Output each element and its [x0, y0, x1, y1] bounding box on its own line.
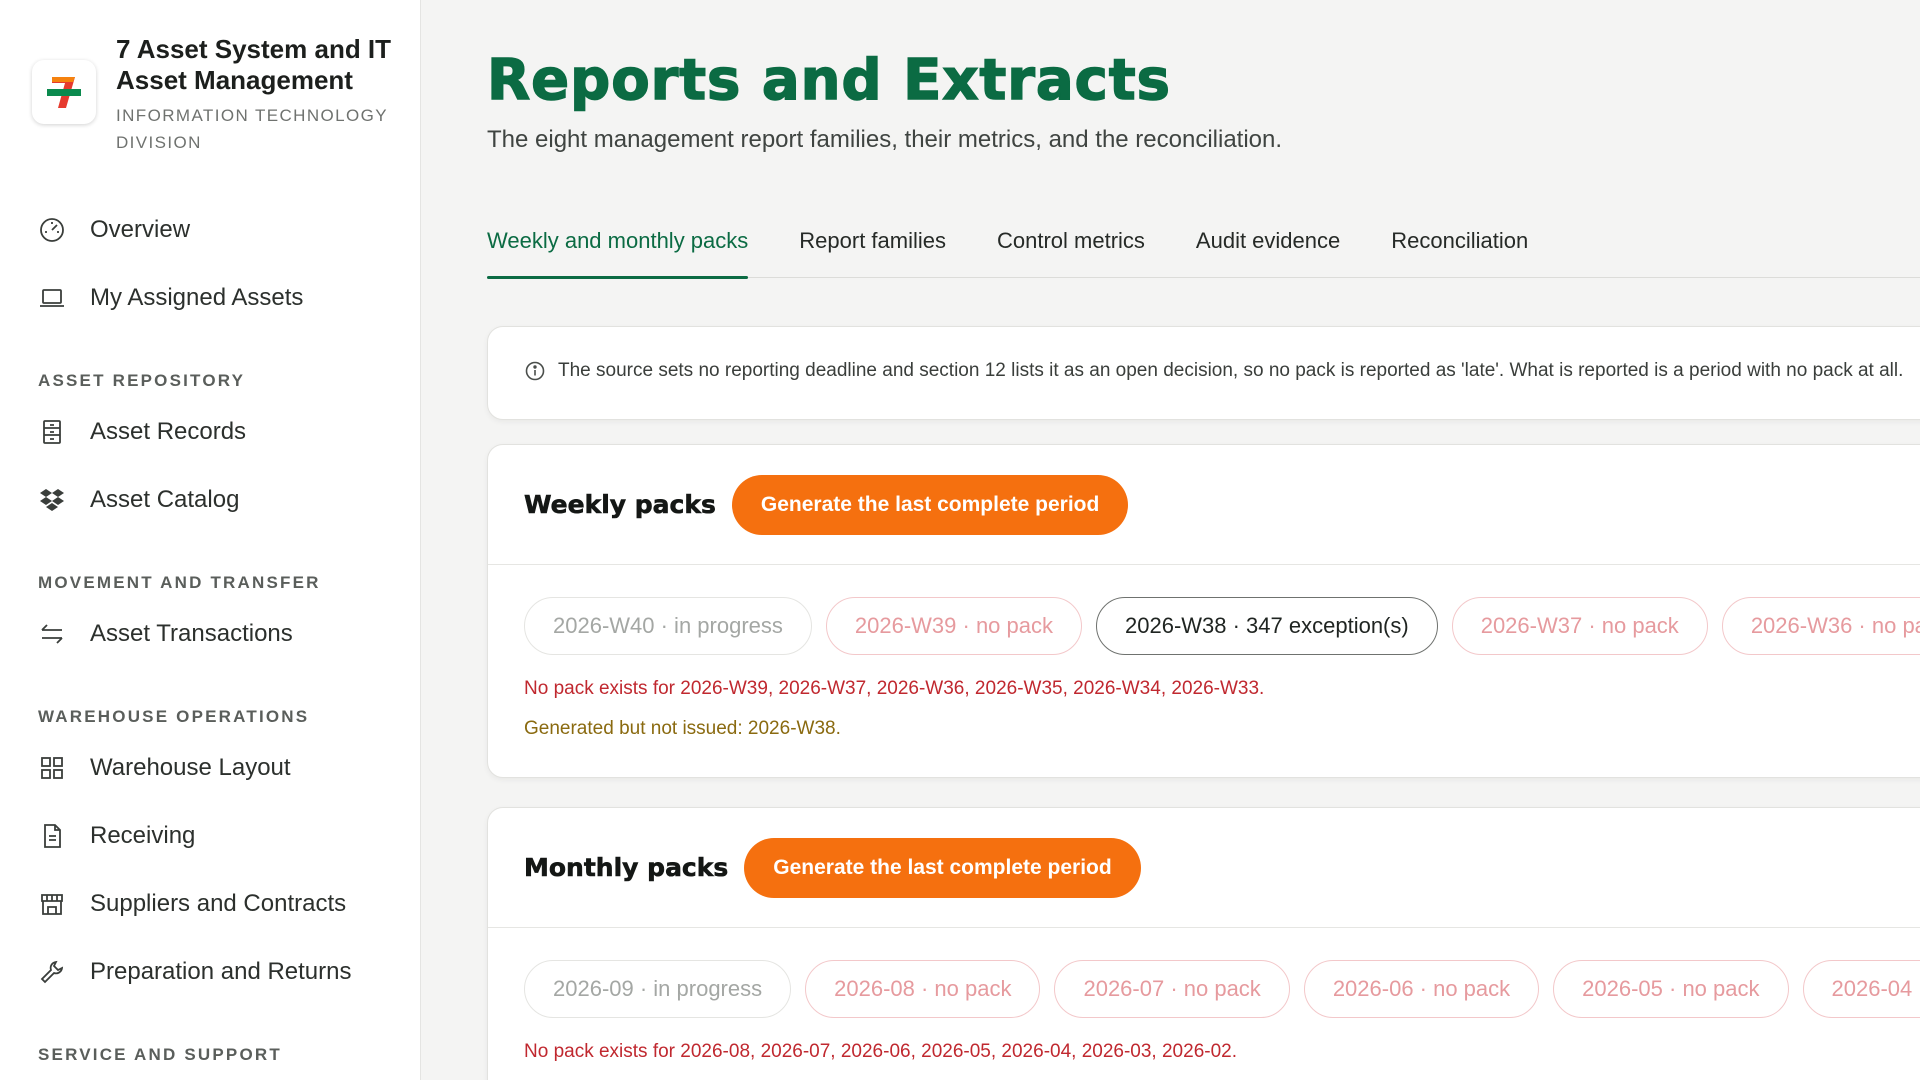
period-chip-2026-w39[interactable]: 2026-W39 · no pack	[825, 597, 1082, 655]
info-circle-icon	[525, 361, 545, 381]
tab-weekly-and-monthly-packs[interactable]: Weekly and monthly packs	[487, 222, 749, 279]
generate-monthly-button[interactable]: Generate the last complete period	[744, 837, 1141, 898]
sidebar-item-overview[interactable]: Overview	[0, 196, 420, 264]
seven-eleven-logo-icon	[45, 71, 83, 113]
tab-bar: Weekly and monthly packs Report families…	[487, 222, 1920, 279]
info-banner: The source sets no reporting deadline an…	[487, 326, 1920, 420]
weekly-packs-header: Weekly packs Generate the last complete …	[488, 445, 1920, 565]
period-chip-2026-06[interactable]: 2026-06 · no pack	[1303, 960, 1540, 1018]
dropbox-icon	[38, 486, 66, 514]
sidebar-item-asset-transactions[interactable]: Asset Transactions	[0, 600, 420, 668]
weekly-unissued-note: Generated but not issued: 2026-W38.	[524, 718, 841, 739]
monthly-period-chips: 2026-09 · in progress 2026-08 · no pack …	[524, 960, 1920, 1018]
tab-report-families[interactable]: Report families	[799, 222, 946, 278]
sidebar-item-label: My Assigned Assets	[90, 284, 304, 311]
sidebar-item-label: Receiving	[90, 822, 196, 849]
sidebar: 7 Asset System and IT Asset Management I…	[0, 0, 421, 1080]
period-chip-2026-04[interactable]: 2026-04 · no pack	[1802, 960, 1920, 1018]
monthly-packs-card: Monthly packs Generate the last complete…	[487, 807, 1920, 1080]
section-service-and-support: SERVICE AND SUPPORT	[38, 1045, 282, 1064]
app-title-line-1: 7 Asset System and IT	[116, 34, 392, 64]
weekly-period-chips: 2026-W40 · in progress 2026-W39 · no pac…	[524, 597, 1920, 655]
tab-audit-evidence[interactable]: Audit evidence	[1196, 222, 1340, 278]
sidebar-item-label: Preparation and Returns	[90, 958, 352, 985]
period-chip-2026-07[interactable]: 2026-07 · no pack	[1054, 960, 1290, 1018]
period-chip-2026-08[interactable]: 2026-08 · no pack	[805, 960, 1041, 1018]
brand-logo[interactable]	[32, 60, 96, 124]
section-asset-repository: ASSET REPOSITORY	[38, 371, 246, 390]
monthly-missing-note: No pack exists for 2026-08, 2026-07, 202…	[524, 1041, 1238, 1062]
generate-weekly-button[interactable]: Generate the last complete period	[731, 474, 1129, 535]
period-chip-2026-w40[interactable]: 2026-W40 · in progress	[524, 597, 812, 655]
document-icon	[38, 822, 66, 850]
tab-control-metrics[interactable]: Control metrics	[997, 222, 1145, 278]
gauge-icon	[38, 216, 66, 244]
weekly-packs-title: Weekly packs	[524, 490, 716, 520]
info-text: The source sets no reporting deadline an…	[558, 360, 1904, 381]
sidebar-item-asset-records[interactable]: Asset Records	[0, 398, 420, 466]
period-chip-2026-w38[interactable]: 2026-W38 · 347 exception(s)	[1096, 597, 1438, 655]
sidebar-item-label: Suppliers and Contracts	[90, 890, 347, 917]
file-cabinet-icon	[38, 418, 66, 446]
period-chip-2026-w37[interactable]: 2026-W37 · no pack	[1451, 597, 1708, 655]
sidebar-item-suppliers-and-contracts[interactable]: Suppliers and Contracts	[0, 870, 420, 938]
period-chip-2026-w36[interactable]: 2026-W36 · no pack	[1721, 597, 1920, 655]
brand-text: 7 Asset System and IT Asset Management I…	[116, 34, 406, 156]
tab-reconciliation[interactable]: Reconciliation	[1391, 222, 1528, 278]
wrench-icon	[38, 958, 66, 986]
arrows-left-right-icon	[38, 620, 66, 648]
page-subtitle: The eight management report families, th…	[487, 126, 1283, 153]
app-title: 7 Asset System and IT Asset Management	[116, 34, 406, 96]
app-subtitle-line-1: INFORMATION TECHNOLOGY	[116, 106, 388, 125]
sidebar-item-label: Asset Transactions	[90, 620, 293, 647]
sidebar-item-label: Overview	[90, 216, 191, 243]
period-chip-2026-09[interactable]: 2026-09 · in progress	[524, 960, 792, 1018]
sidebar-item-receiving[interactable]: Receiving	[0, 802, 420, 870]
main-content: Reports and Extracts The eight managemen…	[422, 0, 1920, 1080]
sidebar-item-label: Warehouse Layout	[90, 754, 291, 781]
section-movement-and-transfer: MOVEMENT AND TRANSFER	[38, 573, 321, 592]
sidebar-item-asset-catalog[interactable]: Asset Catalog	[0, 466, 420, 534]
laptop-icon	[38, 284, 66, 312]
app-subtitle-line-2: DIVISION	[116, 133, 202, 152]
sidebar-item-label: Asset Catalog	[90, 486, 240, 513]
brand: 7 Asset System and IT Asset Management I…	[32, 34, 406, 156]
app-subtitle: INFORMATION TECHNOLOGY DIVISION	[116, 102, 406, 156]
weekly-packs-card: Weekly packs Generate the last complete …	[487, 444, 1920, 778]
sidebar-item-warehouse-layout[interactable]: Warehouse Layout	[0, 734, 420, 802]
monthly-packs-header: Monthly packs Generate the last complete…	[488, 808, 1920, 928]
grid-icon	[38, 754, 66, 782]
store-icon	[38, 890, 66, 918]
section-warehouse-operations: WAREHOUSE OPERATIONS	[38, 707, 310, 726]
weekly-missing-note: No pack exists for 2026-W39, 2026-W37, 2…	[524, 678, 1265, 699]
sidebar-item-preparation-and-returns[interactable]: Preparation and Returns	[0, 938, 420, 1006]
info-row: The source sets no reporting deadline an…	[524, 360, 1903, 382]
monthly-packs-title: Monthly packs	[524, 853, 729, 883]
sidebar-item-label: Asset Records	[90, 418, 247, 445]
period-chip-2026-05[interactable]: 2026-05 · no pack	[1553, 960, 1789, 1018]
page-title: Reports and Extracts	[486, 47, 1171, 114]
app-title-line-2: Asset Management	[116, 65, 353, 95]
sidebar-nav: Overview My Assigned Assets ASSET REPOSI…	[0, 196, 420, 1072]
sidebar-item-my-assigned-assets[interactable]: My Assigned Assets	[0, 264, 420, 332]
